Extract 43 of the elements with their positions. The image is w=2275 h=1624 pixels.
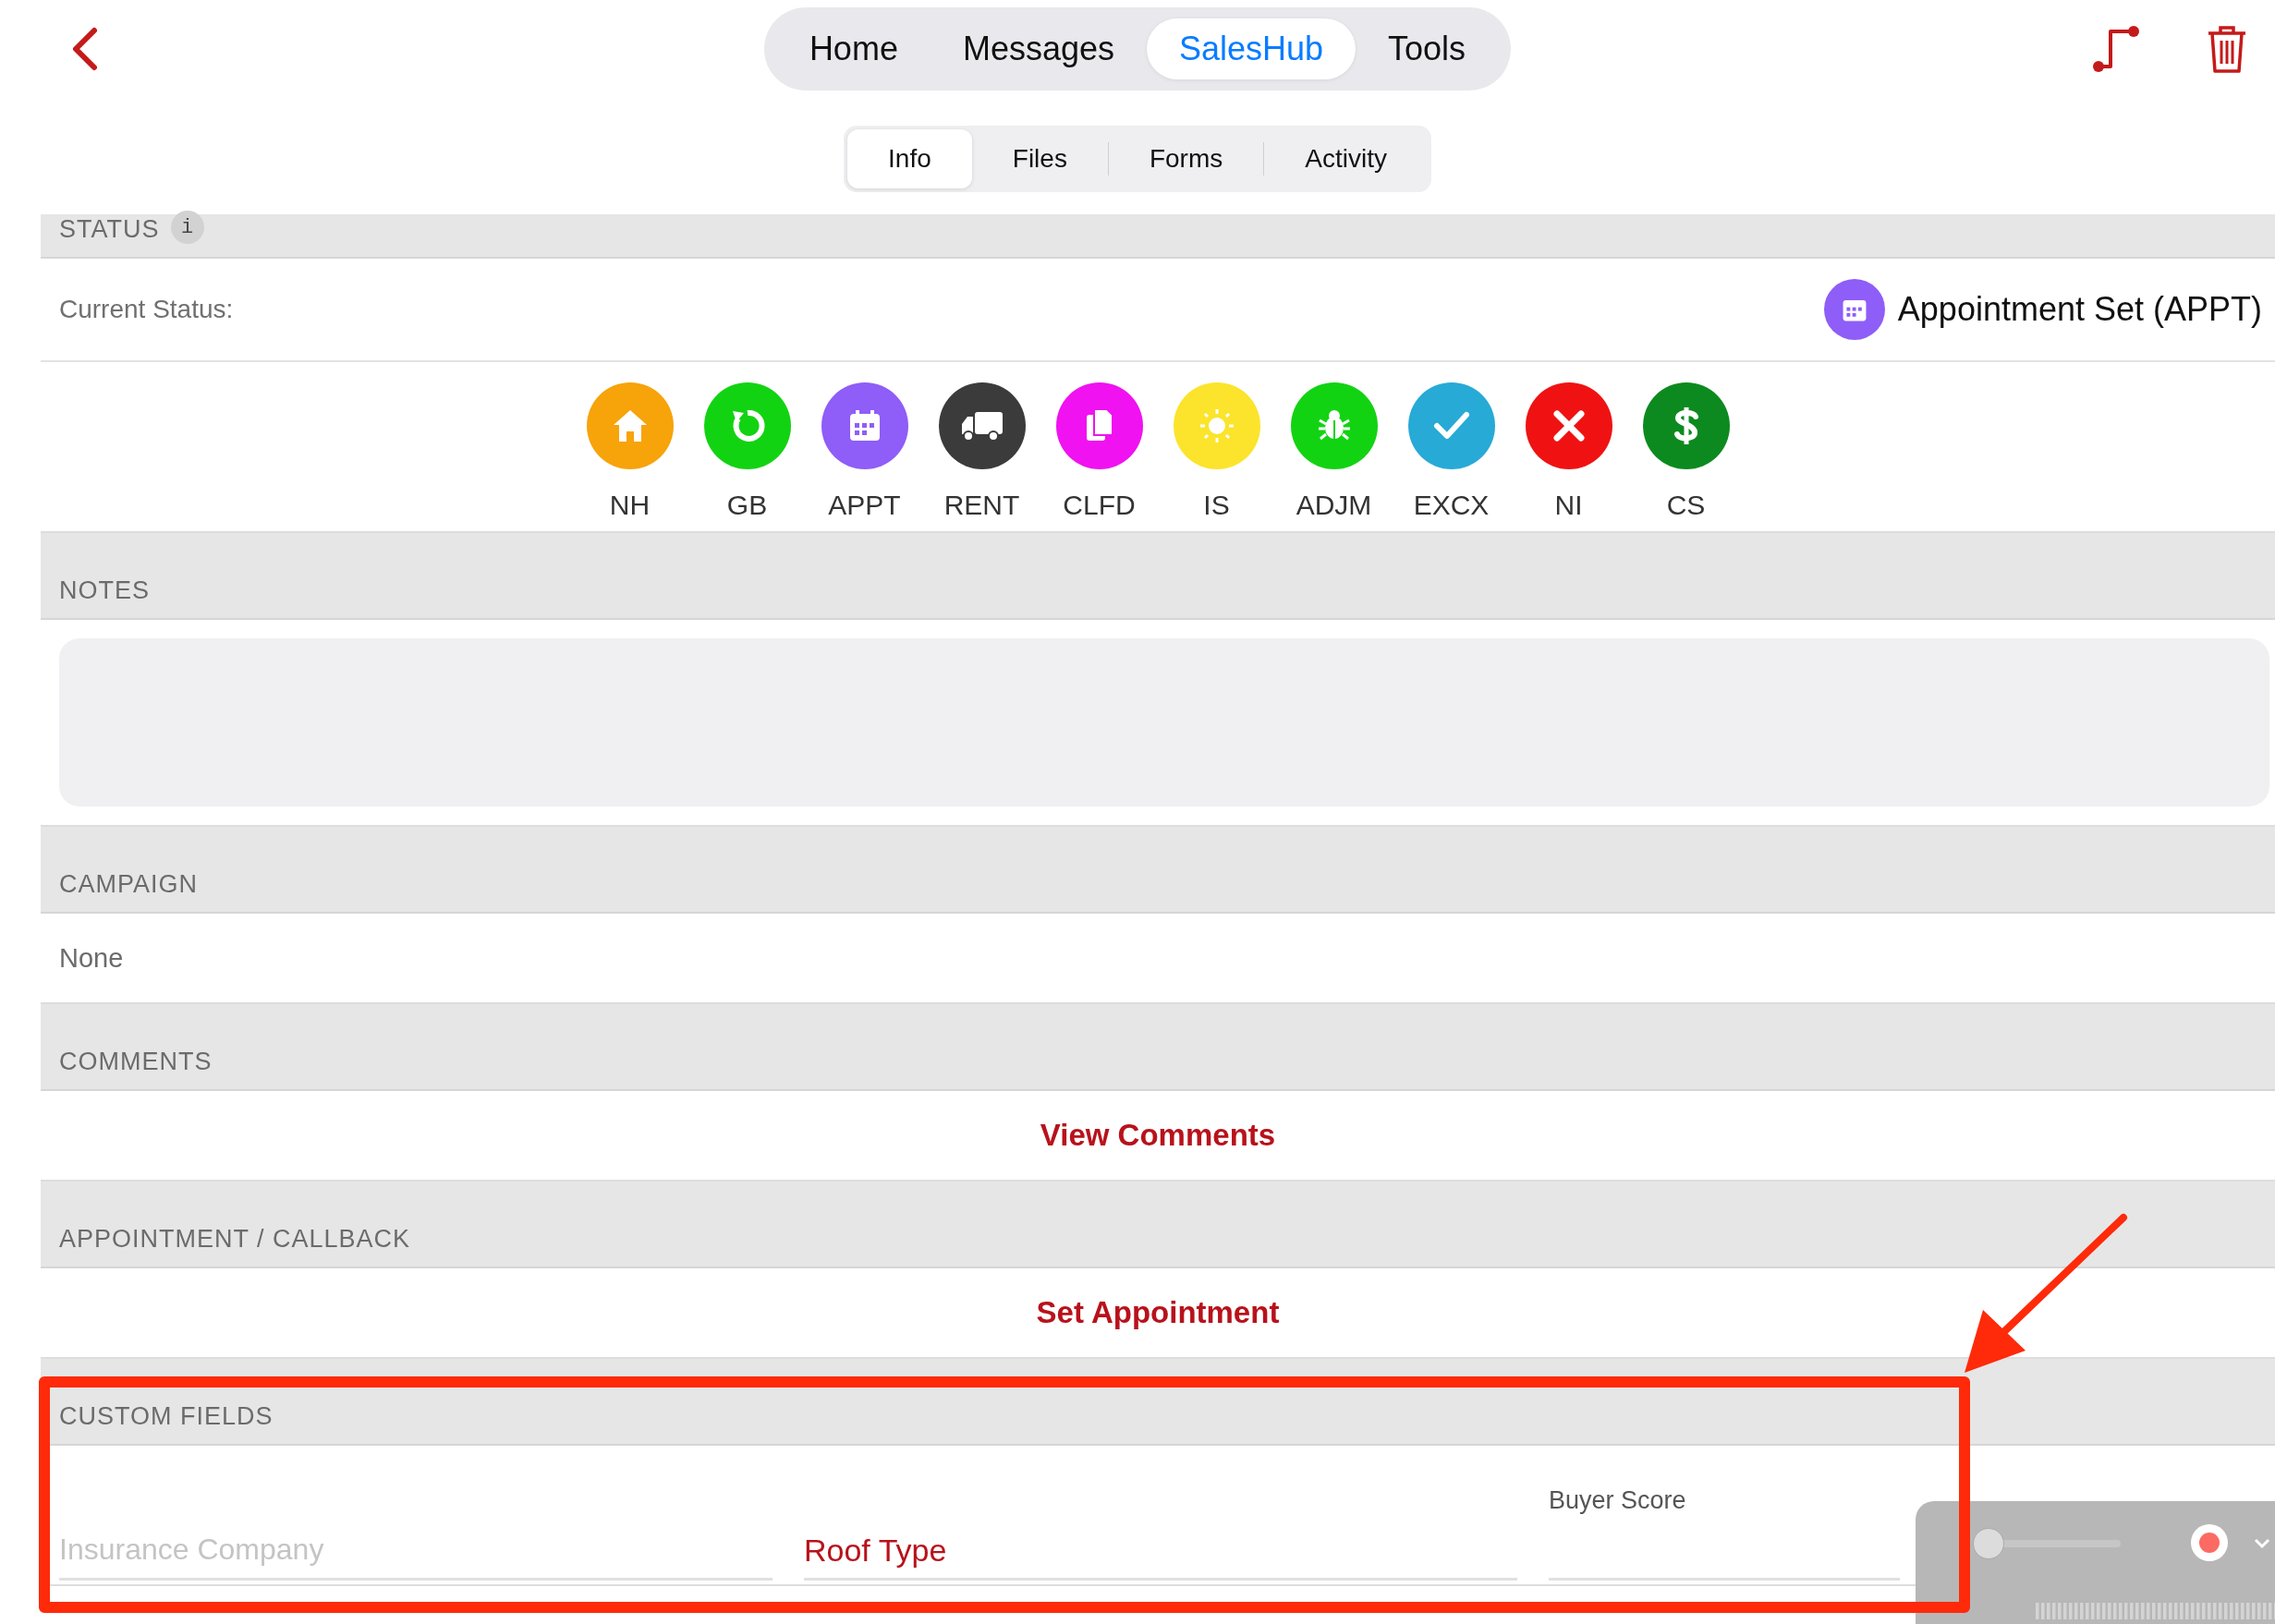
field-label: Buyer Score — [1549, 1486, 1687, 1515]
status-label: CLFD — [1063, 490, 1136, 521]
info-badge[interactable]: i — [170, 211, 204, 244]
status-label: RENT — [943, 490, 1020, 521]
picker-field[interactable]: Roof Type — [804, 1523, 1517, 1581]
nav-tab[interactable]: Messages — [930, 18, 1147, 79]
close-icon — [1551, 409, 1586, 442]
record-button[interactable] — [2191, 1524, 2228, 1561]
nav-tab[interactable]: SalesHub — [1147, 18, 1356, 79]
view-comments-link[interactable]: View Comments — [1028, 1110, 1287, 1160]
sun-icon — [1198, 407, 1235, 444]
campaign-value: None — [58, 942, 124, 974]
truck-icon — [959, 409, 1004, 442]
set-appointment-link[interactable]: Set Appointment — [1025, 1288, 1291, 1338]
segment-tab[interactable]: Activity — [1264, 129, 1428, 188]
section-title: APPOINTMENT / CALLBACK — [59, 1225, 411, 1254]
delete-button[interactable] — [2207, 24, 2247, 74]
section-title: CAMPAIGN — [59, 870, 198, 899]
nav-tab[interactable]: Home — [776, 18, 931, 79]
dollar-icon — [1673, 406, 1699, 446]
section-title: STATUS — [59, 215, 160, 244]
nav-tab[interactable]: Tools — [1356, 18, 1499, 79]
section-title: CUSTOM FIELDS — [59, 1402, 274, 1431]
status-label: ADJM — [1296, 490, 1372, 521]
status-label: CS — [1666, 490, 1706, 521]
segment-tab[interactable]: Forms — [1108, 129, 1264, 188]
route-button[interactable] — [2090, 23, 2142, 75]
segment-tab[interactable]: Files — [971, 129, 1108, 188]
current-status-value: Appointment Set (APPT) — [1897, 290, 2262, 329]
checkmark-icon — [1432, 411, 1470, 441]
slider-thumb[interactable] — [1973, 1528, 2004, 1559]
current-status-label: Current Status: — [59, 295, 234, 324]
status-label: NH — [609, 490, 651, 521]
status-label: GB — [726, 490, 768, 521]
section-title: NOTES — [59, 576, 150, 605]
calendar-icon — [847, 409, 882, 442]
status-label: NI — [1554, 490, 1583, 521]
chevron-down-icon[interactable] — [2254, 1538, 2270, 1549]
section-title: COMMENTS — [59, 1048, 213, 1076]
segment-tab[interactable]: Info — [847, 129, 972, 188]
status-label: EXCX — [1413, 490, 1490, 521]
status-label: IS — [1203, 490, 1230, 521]
status-label: APPT — [828, 490, 901, 521]
